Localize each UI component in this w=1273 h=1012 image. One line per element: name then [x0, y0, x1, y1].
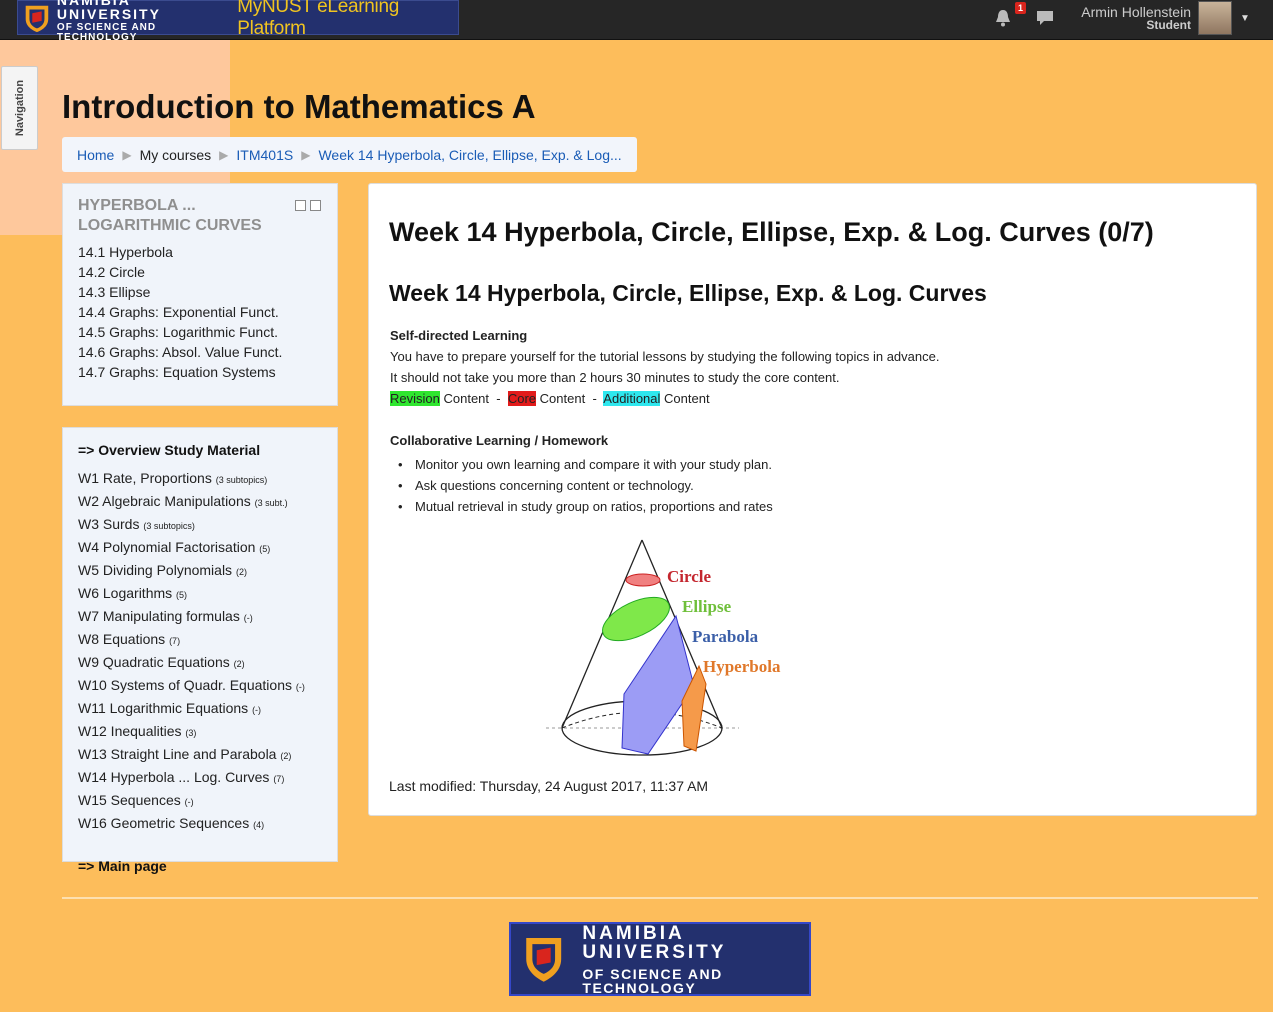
self-directed-heading: Self-directed Learning — [390, 328, 528, 343]
list-item: Mutual retrieval in study group on ratio… — [390, 496, 773, 517]
nust-shield-icon — [526, 938, 562, 982]
diagram-label-circle: Circle — [667, 567, 712, 586]
list-item[interactable]: 14.1 Hyperbola — [78, 242, 322, 262]
list-item[interactable]: W10 Systems of Quadr. Equations (-) — [78, 675, 322, 698]
site-brand-logo[interactable]: NAMIBIA UNIVERSITY OF SCIENCE AND TECHNO… — [17, 0, 459, 42]
legend-content-label: Content — [539, 391, 586, 406]
breadcrumb-current[interactable]: Week 14 Hyperbola, Circle, Ellipse, Exp.… — [318, 147, 621, 163]
chevron-down-icon[interactable]: ▼ — [1240, 13, 1250, 24]
overview-heading[interactable]: => Overview Study Material — [78, 442, 322, 458]
list-item[interactable]: 14.3 Ellipse — [78, 282, 322, 302]
list-item[interactable]: 14.7 Graphs: Equation Systems — [78, 362, 322, 382]
footer-logo[interactable]: NAMIBIA UNIVERSITY OF SCIENCE AND TECHNO… — [509, 922, 811, 996]
top-navbar: NAMIBIA UNIVERSITY OF SCIENCE AND TECHNO… — [0, 0, 1273, 42]
navigation-tab-label: Navigation — [13, 79, 26, 137]
notification-badge: 1 — [1015, 2, 1027, 14]
self-directed-text-2: It should not take you more than 2 hours… — [390, 370, 840, 385]
list-item[interactable]: W13 Straight Line and Parabola (2) — [78, 744, 322, 767]
conic-sections-diagram: Circle Ellipse Parabola Hyperbola — [546, 539, 781, 756]
list-item[interactable]: W16 Geometric Sequences (4) — [78, 813, 322, 836]
list-item[interactable]: 14.4 Graphs: Exponential Funct. — [78, 302, 322, 322]
chat-icon[interactable] — [1036, 9, 1054, 27]
list-item[interactable]: W4 Polynomial Factorisation (5) — [78, 537, 322, 560]
list-item: Ask questions concerning content or tech… — [390, 475, 773, 496]
dock-block-icon[interactable] — [310, 200, 321, 211]
collaborative-heading: Collaborative Learning / Homework — [390, 433, 609, 448]
overview-list: W1 Rate, Proportions (3 subtopics) W2 Al… — [78, 468, 322, 836]
section-subtitle: Week 14 Hyperbola, Circle, Ellipse, Exp.… — [389, 280, 987, 306]
breadcrumb: Home ▶ My courses ▶ ITM401S ▶ Week 14 Hy… — [62, 137, 637, 172]
main-page-link[interactable]: => Main page — [78, 858, 322, 874]
week-topics-block: HYPERBOLA ... LOGARITHMIC CURVES 14.1 Hy… — [62, 183, 338, 406]
university-name: NAMIBIA UNIVERSITY OF SCIENCE AND TECHNO… — [56, 0, 161, 43]
legend-content-label: Content — [443, 391, 490, 406]
list-item[interactable]: 14.5 Graphs: Logarithmic Funct. — [78, 322, 322, 342]
bell-icon[interactable] — [994, 8, 1012, 28]
breadcrumb-separator-icon: ▶ — [219, 147, 229, 162]
breadcrumb-my-courses: My courses — [139, 146, 212, 163]
legend-revision: Revision — [390, 391, 440, 406]
platform-name: MyNUST eLearning Platform — [237, 0, 399, 39]
diagram-label-parabola: Parabola — [692, 627, 759, 646]
main-content-region: Week 14 Hyperbola, Circle, Ellipse, Exp.… — [368, 183, 1257, 816]
list-item: Monitor you own learning and compare it … — [390, 454, 773, 475]
section-title: Week 14 Hyperbola, Circle, Ellipse, Exp.… — [389, 217, 1154, 247]
page-title: Introduction to Mathematics A — [62, 88, 536, 125]
list-item[interactable]: W3 Surds (3 subtopics) — [78, 514, 322, 537]
footer-university-name: NAMIBIA UNIVERSITY OF SCIENCE AND TECHNO… — [582, 922, 727, 996]
list-item[interactable]: W5 Dividing Polynomials (2) — [78, 560, 322, 583]
week-topic-list: 14.1 Hyperbola 14.2 Circle 14.3 Ellipse … — [78, 242, 322, 382]
breadcrumb-separator-icon: ▶ — [122, 147, 132, 162]
avatar[interactable] — [1198, 1, 1232, 35]
list-item[interactable]: 14.2 Circle — [78, 262, 322, 282]
footer-divider — [62, 897, 1258, 899]
last-modified: Last modified: Thursday, 24 August 2017,… — [389, 778, 709, 794]
list-item[interactable]: 14.6 Graphs: Absol. Value Funct. — [78, 342, 322, 362]
overview-study-material-block: => Overview Study Material W1 Rate, Prop… — [62, 427, 338, 874]
list-item[interactable]: W12 Inequalities (3) — [78, 721, 322, 744]
collapse-block-icon[interactable] — [295, 200, 306, 211]
list-item[interactable]: W8 Equations (7) — [78, 629, 322, 652]
legend-additional: Additional — [603, 391, 661, 406]
legend-core: Core — [507, 391, 537, 406]
breadcrumb-home[interactable]: Home — [77, 147, 114, 163]
list-item[interactable]: W2 Algebraic Manipulations (3 subt.) — [78, 491, 322, 514]
diagram-label-hyperbola: Hyperbola — [703, 657, 781, 676]
self-directed-text-1: You have to prepare yourself for the tut… — [390, 349, 940, 364]
block-title: HYPERBOLA ... LOGARITHMIC CURVES — [78, 197, 262, 234]
list-item[interactable]: W7 Manipulating formulas (-) — [78, 606, 322, 629]
list-item[interactable]: W15 Sequences (-) — [78, 790, 322, 813]
breadcrumb-separator-icon: ▶ — [301, 147, 311, 162]
nust-shield-icon — [25, 5, 49, 32]
homework-list: Monitor you own learning and compare it … — [390, 454, 773, 517]
list-item[interactable]: W14 Hyperbola ... Log. Curves (7) — [78, 767, 322, 790]
breadcrumb-course[interactable]: ITM401S — [236, 147, 293, 163]
legend-dash: - — [496, 391, 501, 406]
list-item[interactable]: W6 Logarithms (5) — [78, 583, 322, 606]
list-item[interactable]: W9 Quadratic Equations (2) — [78, 652, 322, 675]
list-item[interactable]: W11 Logarithmic Equations (-) — [78, 698, 322, 721]
user-role: Student — [1146, 18, 1191, 32]
navigation-drawer-toggle[interactable]: Navigation — [1, 66, 38, 150]
list-item[interactable]: W1 Rate, Proportions (3 subtopics) — [78, 468, 322, 491]
content-legend: Revision Content - Core Content - Additi… — [390, 391, 710, 406]
legend-content-label: Content — [664, 391, 710, 406]
legend-dash: - — [592, 391, 597, 406]
diagram-label-ellipse: Ellipse — [682, 597, 732, 616]
